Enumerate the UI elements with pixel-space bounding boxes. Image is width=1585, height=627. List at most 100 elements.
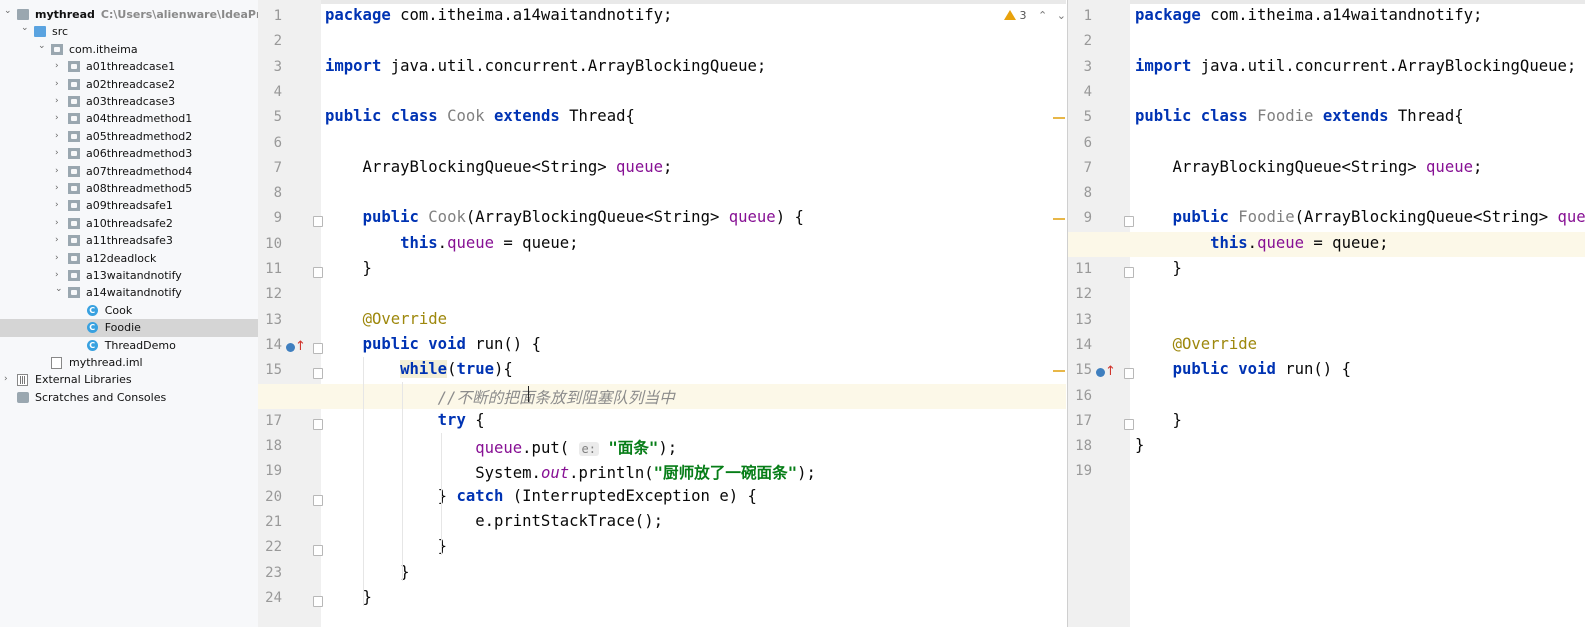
tree-package-a01threadcase1[interactable]: › a01threadcase1 — [0, 58, 258, 75]
code-line[interactable]: e.printStackTrace(); — [325, 512, 663, 530]
chevron-right-icon[interactable]: › — [55, 166, 63, 175]
chevron-down-icon[interactable]: ⌄ — [55, 285, 63, 294]
tree-src[interactable]: ⌄ src — [0, 23, 258, 40]
fold-marker-icon[interactable] — [1124, 418, 1134, 430]
tree-package-a13waitandnotify[interactable]: › a13waitandnotify — [0, 267, 258, 284]
tree-package-a07threadmethod4[interactable]: › a07threadmethod4 — [0, 163, 258, 180]
chevron-right-icon[interactable]: › — [55, 236, 63, 245]
tree-root-mythread[interactable]: ⌄ mythreadC:\Users\alienware\IdeaProjects… — [0, 6, 258, 23]
tree-package-a08threadmethod5[interactable]: › a08threadmethod5 — [0, 180, 258, 197]
chevron-right-icon[interactable]: › — [55, 97, 63, 106]
override-method-icon[interactable]: ↑ — [286, 339, 306, 355]
override-method-icon[interactable]: ↑ — [1096, 364, 1116, 380]
chevron-right-icon[interactable]: › — [55, 149, 63, 158]
line-number: 19 — [1075, 463, 1092, 480]
chevron-down-icon[interactable]: ⌄ — [21, 24, 29, 33]
tree-file-iml[interactable]: mythread.iml — [0, 354, 258, 371]
fold-marker-icon[interactable] — [313, 267, 323, 278]
warning-stripe[interactable] — [1053, 370, 1065, 373]
fold-marker-icon[interactable] — [313, 216, 323, 228]
chevron-right-icon[interactable]: › — [55, 62, 63, 71]
code-line[interactable]: } — [325, 537, 447, 555]
code-line[interactable]: try { — [325, 411, 485, 429]
chevron-down-icon[interactable]: ⌄ — [1057, 9, 1066, 22]
code-line[interactable]: public void run() { — [325, 335, 541, 353]
fold-marker-icon[interactable] — [1124, 267, 1134, 278]
chevron-right-icon[interactable]: › — [55, 114, 63, 123]
editor-cook[interactable]: 123456789101112131415161718192021222324↑… — [258, 0, 1066, 627]
code-line[interactable]: public Cook(ArrayBlockingQueue<String> q… — [325, 208, 804, 226]
fold-marker-icon[interactable] — [313, 418, 323, 430]
editor-foodie[interactable]: 12345678910111213141516171819↑ package c… — [1067, 0, 1585, 627]
code-line[interactable]: @Override — [325, 310, 448, 328]
code-line[interactable]: //不断的把面条放到阻塞队列当中 — [325, 386, 675, 408]
chevron-right-icon[interactable]: › — [55, 131, 63, 140]
code-line[interactable]: } catch (InterruptedException e) { — [325, 487, 757, 505]
code-line[interactable]: this.queue = queue; — [325, 234, 578, 252]
tree-package-a11threadsafe3[interactable]: › a11threadsafe3 — [0, 232, 258, 249]
project-tree[interactable]: ⌄ mythreadC:\Users\alienware\IdeaProjects… — [0, 0, 259, 627]
chevron-right-icon[interactable]: › — [55, 184, 63, 193]
code-line[interactable]: } — [325, 588, 372, 606]
fold-marker-icon[interactable] — [313, 545, 323, 557]
tree-package-a09threadsafe1[interactable]: › a09threadsafe1 — [0, 197, 258, 214]
editor-gutter[interactable]: 123456789101112131415161718192021222324↑ — [258, 0, 323, 627]
fold-marker-icon[interactable] — [313, 494, 323, 506]
code-line[interactable]: } — [325, 259, 372, 277]
tree-class-threaddemo[interactable]: C ThreadDemo — [0, 337, 258, 354]
inspection-widget[interactable]: 3 ⌃ ⌄ — [1004, 9, 1066, 22]
code-line[interactable]: public void run() { — [1135, 360, 1351, 378]
tree-package-a03threadcase3[interactable]: › a03threadcase3 — [0, 93, 258, 110]
chevron-right-icon[interactable]: › — [55, 253, 63, 262]
fold-marker-icon[interactable] — [313, 342, 323, 354]
chevron-down-icon[interactable]: ⌄ — [4, 7, 12, 16]
tree-package-a06threadmethod3[interactable]: › a06threadmethod3 — [0, 145, 258, 162]
code-line[interactable]: package com.itheima.a14waitandnotify; — [1135, 6, 1482, 24]
fold-marker-icon[interactable] — [313, 595, 323, 607]
chevron-right-icon[interactable]: › — [4, 375, 12, 384]
code-line[interactable]: package com.itheima.a14waitandnotify; — [325, 6, 672, 24]
tree-package-com-itheima[interactable]: ⌄ com.itheima — [0, 41, 258, 58]
code-line[interactable]: while(true){ — [325, 360, 513, 379]
tree-external-libraries[interactable]: › External Libraries — [0, 371, 258, 388]
warning-stripe[interactable] — [1053, 117, 1065, 120]
tree-package-a04threadmethod1[interactable]: › a04threadmethod1 — [0, 110, 258, 127]
code-line[interactable]: public Foodie(ArrayBlockingQueue<String>… — [1135, 208, 1585, 226]
chevron-right-icon[interactable]: › — [55, 79, 63, 88]
code-line[interactable]: this.queue = queue; — [1135, 234, 1388, 252]
code-line[interactable]: System.out.println("厨师放了一碗面条"); — [325, 461, 816, 483]
tree-package-a02threadcase2[interactable]: › a02threadcase2 — [0, 76, 258, 93]
tree-package-a12deadlock[interactable]: › a12deadlock — [0, 250, 258, 267]
chevron-up-icon[interactable]: ⌃ — [1038, 9, 1047, 22]
tree-class-foodie[interactable]: C Foodie — [0, 319, 258, 337]
chevron-right-icon[interactable]: › — [55, 201, 63, 210]
code-line[interactable]: ArrayBlockingQueue<String> queue; — [325, 158, 673, 176]
pkg-icon — [51, 43, 63, 55]
tree-scratches-consoles[interactable]: Scratches and Consoles — [0, 389, 258, 406]
warning-stripe[interactable] — [1053, 218, 1065, 221]
tree-package-a12deadlock-label: a12deadlock — [86, 251, 157, 265]
code-line[interactable]: } — [325, 563, 409, 581]
code-line[interactable]: import java.util.concurrent.ArrayBlockin… — [325, 57, 766, 75]
fold-marker-icon[interactable] — [1124, 216, 1134, 228]
fold-marker-icon[interactable] — [313, 368, 323, 380]
code-line[interactable]: import java.util.concurrent.ArrayBlockin… — [1135, 57, 1576, 75]
code-line[interactable]: queue.put( e: "面条"); — [325, 436, 677, 458]
tree-package-a05threadmethod2[interactable]: › a05threadmethod2 — [0, 128, 258, 145]
chevron-down-icon[interactable]: ⌄ — [38, 41, 46, 50]
chevron-right-icon[interactable]: › — [55, 271, 63, 280]
editor-gutter[interactable]: 12345678910111213141516171819↑ — [1068, 0, 1134, 627]
code-line[interactable]: } — [1135, 411, 1182, 429]
tree-package-a14waitandnotify[interactable]: ⌄ a14waitandnotify — [0, 284, 258, 301]
line-number: 13 — [265, 311, 282, 328]
fold-marker-icon[interactable] — [1124, 368, 1134, 380]
tree-class-cook[interactable]: C Cook — [0, 302, 258, 319]
chevron-right-icon[interactable]: › — [55, 218, 63, 227]
tree-package-a10threadsafe2[interactable]: › a10threadsafe2 — [0, 215, 258, 232]
code-line[interactable]: } — [1135, 259, 1182, 277]
code-line[interactable]: ArrayBlockingQueue<String> queue; — [1135, 158, 1483, 176]
code-line[interactable]: public class Foodie extends Thread{ — [1135, 107, 1464, 125]
code-line[interactable]: } — [1135, 436, 1144, 454]
code-line[interactable]: @Override — [1135, 335, 1258, 353]
code-line[interactable]: public class Cook extends Thread{ — [325, 107, 635, 125]
